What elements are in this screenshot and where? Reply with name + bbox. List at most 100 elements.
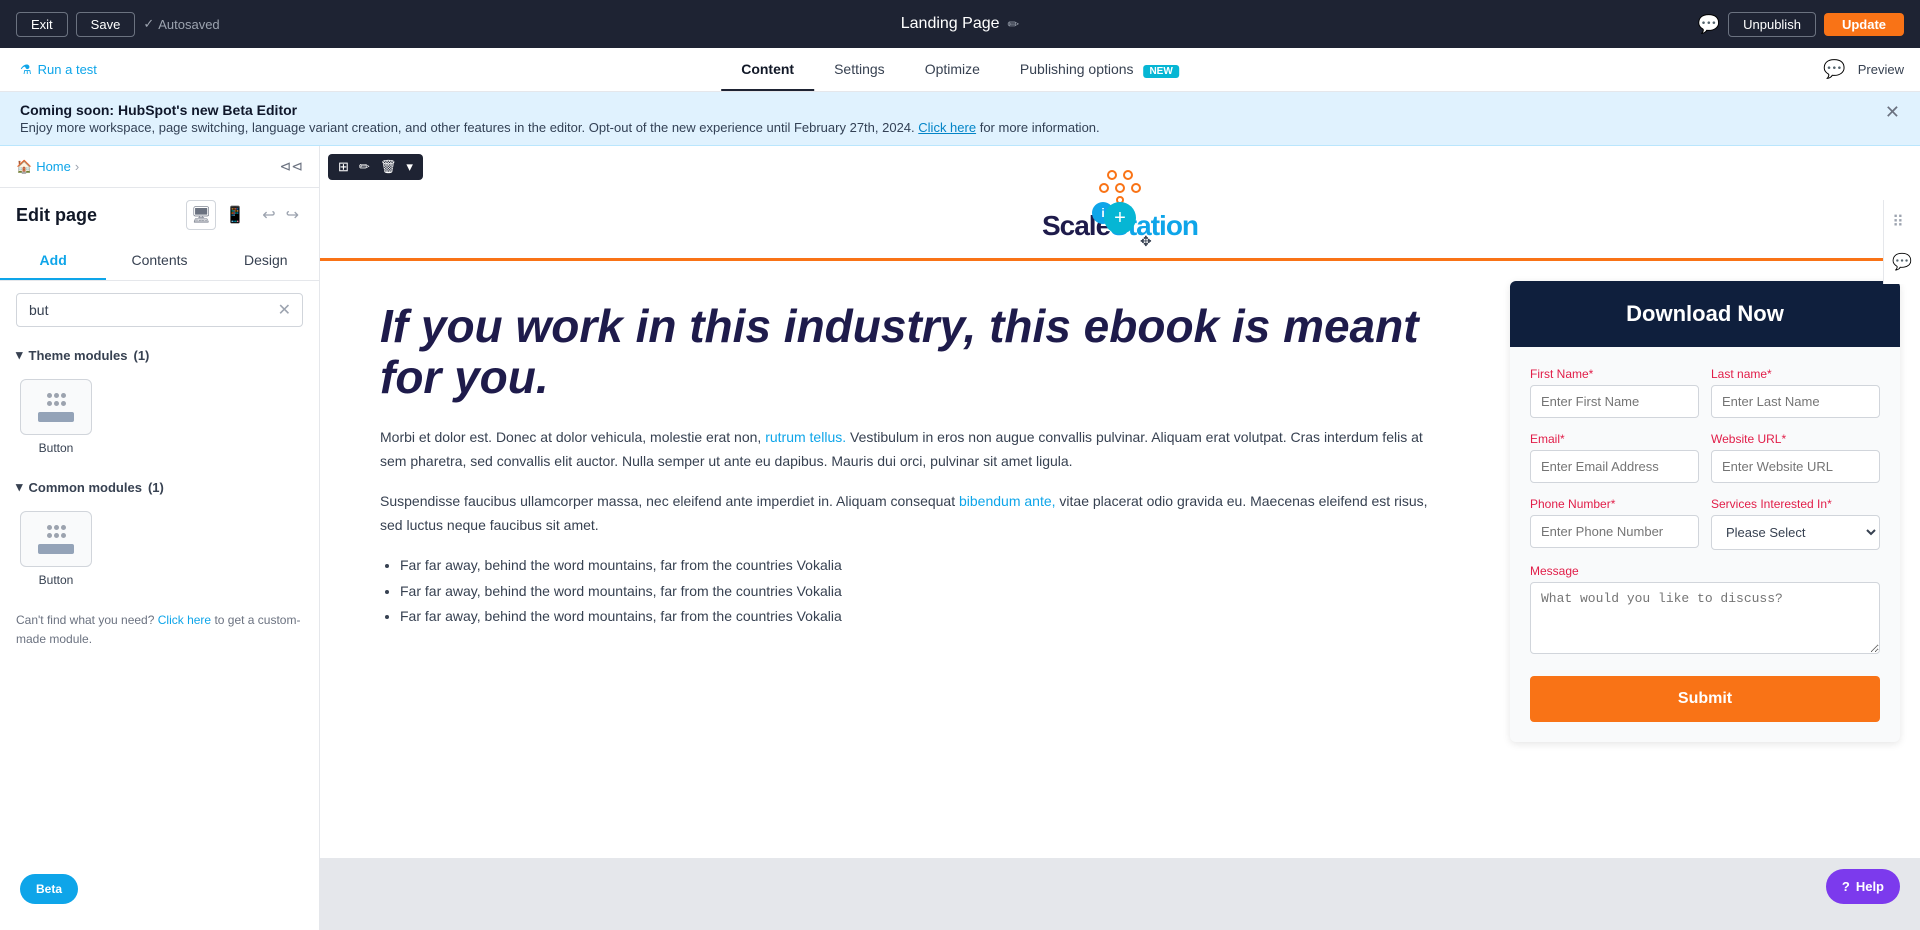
content-left: If you work in this industry, this ebook…: [320, 261, 1490, 858]
tab-settings[interactable]: Settings: [814, 49, 905, 91]
body-link-1[interactable]: rutrum tellus.: [765, 429, 846, 445]
beta-badge[interactable]: Beta: [20, 874, 78, 904]
website-input[interactable]: [1711, 450, 1880, 483]
topbar-left: Exit Save ✓ Autosaved: [16, 12, 220, 37]
main-layout: 🏠 Home › ⊲⊲ Edit page 🖥 📱 ↩ ↪ Add Cont: [0, 146, 1920, 930]
collapse-sidebar-button[interactable]: ⊲⊲: [280, 158, 303, 175]
website-field: Website URL*: [1711, 432, 1880, 483]
form-body: First Name* Last name*: [1510, 347, 1900, 742]
right-edge-grid-icon[interactable]: ⠿: [1892, 212, 1912, 232]
canvas-content: ⊞ ✏ 🗑 ▾: [320, 146, 1920, 930]
view-icons: 🖥 📱: [186, 200, 250, 230]
content-section: If you work in this industry, this ebook…: [320, 258, 1920, 858]
chat-icon[interactable]: 💬: [1698, 14, 1720, 35]
unpublish-button[interactable]: Unpublish: [1728, 12, 1816, 37]
tab-content[interactable]: Content: [721, 49, 814, 91]
body-text-2: Suspendisse faucibus ullamcorper massa, …: [380, 490, 1450, 538]
section-count: (1): [134, 348, 150, 363]
banner-link[interactable]: Click here: [918, 120, 976, 135]
email-field: Email*: [1530, 432, 1699, 483]
message-textarea[interactable]: [1530, 582, 1880, 654]
body-link-2[interactable]: bibendum ante,: [959, 493, 1056, 509]
toolbar-more-icon[interactable]: ▾: [402, 157, 417, 177]
form-row-phone: Phone Number* Services Interested In*: [1530, 497, 1880, 550]
home-icon: 🏠: [16, 159, 32, 175]
search-clear-icon[interactable]: ✕: [278, 300, 291, 320]
undo-button[interactable]: ↩: [258, 201, 279, 229]
common-modules-section[interactable]: ▾ Common modules (1): [0, 471, 319, 503]
toolbar-grid-icon[interactable]: ⊞: [334, 157, 353, 177]
toolbar-delete-icon[interactable]: 🗑: [376, 157, 401, 177]
topbar-right: 💬 Unpublish Update: [1698, 12, 1904, 37]
theme-button-icon: [20, 379, 92, 435]
message-label: Message: [1530, 564, 1880, 578]
section-count2: (1): [148, 480, 164, 495]
form-panel: Download Now First Name*: [1510, 281, 1900, 742]
exit-button[interactable]: Exit: [16, 12, 68, 37]
tab-contents[interactable]: Contents: [106, 242, 212, 280]
bullet-list: Far far away, behind the word mountains,…: [400, 553, 1450, 629]
run-test-button[interactable]: ⚗ Run a test: [20, 62, 97, 78]
form-row-name: First Name* Last name*: [1530, 367, 1880, 418]
secondary-nav: ⚗ Run a test Content Settings Optimize P…: [0, 48, 1920, 92]
first-name-input[interactable]: [1530, 385, 1699, 418]
mobile-view-icon[interactable]: 📱: [220, 200, 250, 230]
theme-modules-grid: Button: [0, 371, 319, 471]
main-headline: If you work in this industry, this ebook…: [380, 301, 1450, 402]
preview-button[interactable]: Preview: [1858, 62, 1904, 77]
search-bar: ✕: [0, 281, 319, 339]
toolbar-edit-icon[interactable]: ✏: [355, 157, 374, 177]
tab-publishing[interactable]: Publishing options NEW: [1000, 49, 1199, 91]
add-section-button[interactable]: +: [1104, 202, 1136, 234]
tab-add[interactable]: Add: [0, 242, 106, 280]
redo-button[interactable]: ↪: [282, 201, 303, 229]
tab-design[interactable]: Design: [213, 242, 319, 280]
tab-optimize[interactable]: Optimize: [905, 49, 1000, 91]
save-button[interactable]: Save: [76, 12, 136, 37]
right-edge-comment-icon[interactable]: 💬: [1892, 252, 1912, 272]
submit-button[interactable]: Submit: [1530, 676, 1880, 722]
services-select[interactable]: Please Select SEO PPC Social Media Web D…: [1711, 515, 1880, 550]
edit-title-icon[interactable]: ✏: [1008, 16, 1020, 33]
message-field: Message: [1530, 564, 1880, 654]
banner-description: Enjoy more workspace, page switching, la…: [20, 120, 1869, 135]
last-name-label: Last name*: [1711, 367, 1880, 381]
banner-content: Coming soon: HubSpot's new Beta Editor E…: [20, 102, 1869, 135]
help-icon: ?: [1842, 879, 1850, 894]
common-button-icon: [20, 511, 92, 567]
common-button-module[interactable]: Button: [16, 511, 96, 587]
breadcrumb[interactable]: 🏠 Home ›: [16, 159, 79, 175]
form-row-email: Email* Website URL*: [1530, 432, 1880, 483]
desktop-view-icon[interactable]: 🖥: [186, 200, 216, 230]
editor-canvas[interactable]: ⊞ ✏ 🗑 ▾: [320, 146, 1920, 930]
phone-field: Phone Number*: [1530, 497, 1699, 550]
email-input[interactable]: [1530, 450, 1699, 483]
section-label-text2: Common modules: [29, 480, 142, 495]
form-header-title: Download Now: [1534, 301, 1876, 327]
banner-close-icon[interactable]: ✕: [1885, 102, 1900, 123]
undo-redo-controls: ↩ ↪: [258, 201, 303, 229]
move-handle-icon[interactable]: ✥: [1140, 233, 1152, 250]
theme-button-module[interactable]: Button: [16, 379, 96, 455]
section-collapse-icon2: ▾: [16, 479, 23, 495]
banner-title: Coming soon: HubSpot's new Beta Editor: [20, 102, 1869, 118]
first-name-field: First Name*: [1530, 367, 1699, 418]
cant-find-link[interactable]: Click here: [158, 613, 211, 627]
phone-input[interactable]: [1530, 515, 1699, 548]
section-collapse-icon: ▾: [16, 347, 23, 363]
search-input[interactable]: [16, 293, 303, 327]
floating-toolbar: ⊞ ✏ 🗑 ▾: [328, 154, 423, 180]
cant-find-section: Can't find what you need? Click here to …: [0, 603, 319, 657]
help-button[interactable]: ? Help: [1826, 869, 1900, 904]
last-name-input[interactable]: [1711, 385, 1880, 418]
first-name-label: First Name*: [1530, 367, 1699, 381]
theme-modules-section[interactable]: ▾ Theme modules (1): [0, 339, 319, 371]
content-right: Download Now First Name*: [1490, 261, 1920, 858]
nav-tabs: Content Settings Optimize Publishing opt…: [721, 49, 1199, 91]
flask-icon: ⚗: [20, 62, 32, 78]
comment-icon[interactable]: 💬: [1823, 59, 1845, 80]
update-button[interactable]: Update: [1824, 13, 1904, 36]
services-label: Services Interested In*: [1711, 497, 1880, 511]
sidebar: 🏠 Home › ⊲⊲ Edit page 🖥 📱 ↩ ↪ Add Cont: [0, 146, 320, 930]
page-title: Landing Page ✏: [901, 15, 1020, 33]
